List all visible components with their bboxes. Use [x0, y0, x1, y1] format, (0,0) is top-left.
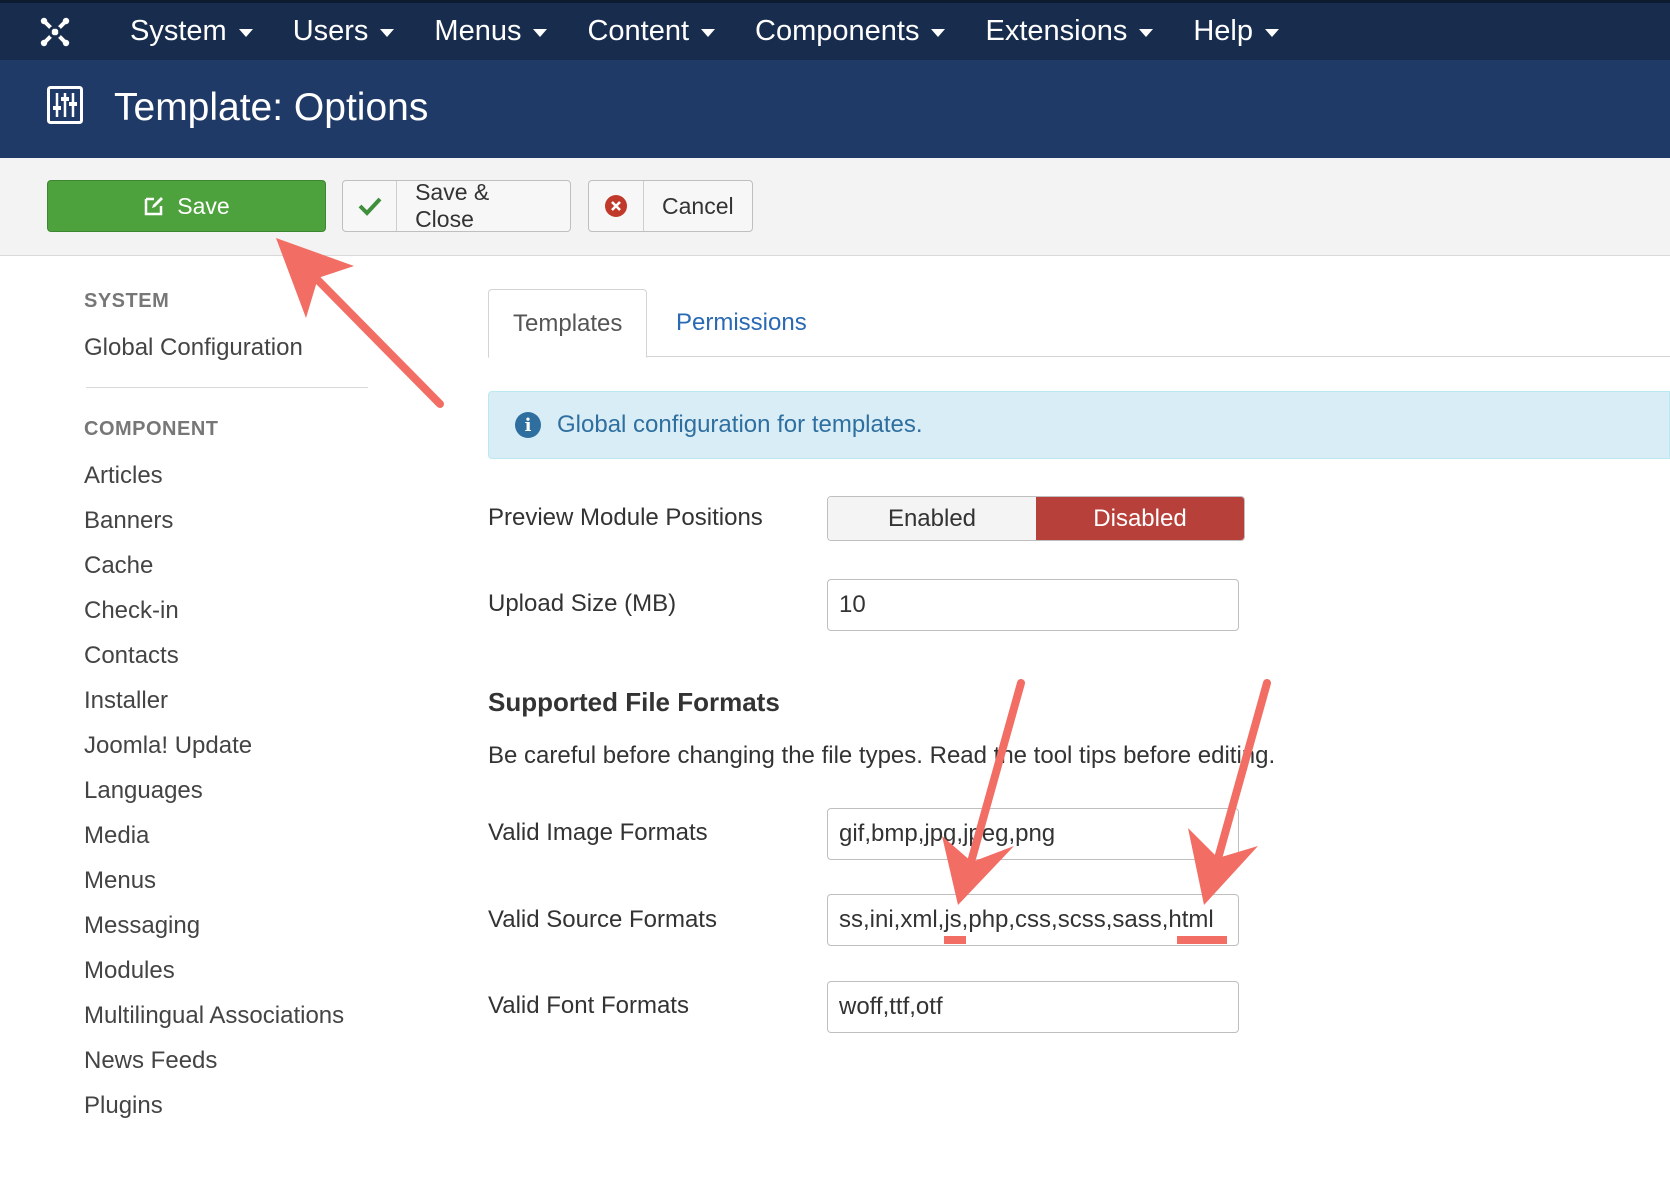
nav-content[interactable]: Content — [567, 2, 735, 62]
toolbar: Save Save & Close Cancel — [0, 158, 1670, 256]
page-title: Template: Options — [114, 86, 429, 129]
save-close-button[interactable]: Save & Close — [342, 179, 571, 232]
preview-module-positions-label: Preview Module Positions — [488, 504, 763, 531]
sidebar-item-messaging[interactable]: Messaging — [84, 912, 374, 957]
sidebar-item-global-configuration[interactable]: Global Configuration — [84, 334, 374, 379]
caret-down-icon — [238, 29, 253, 37]
nav-extensions[interactable]: Extensions — [965, 2, 1173, 62]
tab-templates[interactable]: Templates — [488, 289, 648, 358]
sliders-icon — [47, 86, 83, 124]
arrow-to-html-icon — [1188, 679, 1271, 905]
section-description: Be careful before changing the file type… — [488, 742, 1276, 769]
valid-font-formats-label: Valid Font Formats — [488, 992, 689, 1019]
cancel-circle-icon — [605, 195, 627, 217]
disabled-option[interactable]: Disabled — [1036, 497, 1244, 540]
sidebar-item-modules[interactable]: Modules — [84, 957, 374, 1002]
alert-text: Global configuration for templates. — [557, 411, 923, 438]
sidebar-item-joomla-update[interactable]: Joomla! Update — [84, 732, 374, 777]
sidebar-item-languages[interactable]: Languages — [84, 777, 374, 822]
sidebar-item-installer[interactable]: Installer — [84, 687, 374, 732]
info-icon: i — [515, 412, 541, 438]
sidebar-item-plugins[interactable]: Plugins — [84, 1092, 374, 1137]
upload-size-input[interactable]: 10 — [827, 579, 1239, 631]
caret-down-icon — [1265, 29, 1279, 37]
caret-down-icon — [533, 29, 548, 37]
valid-image-formats-input[interactable]: gif,bmp,jpg,jpeg,png — [827, 808, 1239, 860]
tab-bar: Templates Permissions — [488, 289, 1670, 358]
caret-down-icon — [1139, 29, 1154, 37]
sidebar-item-news-feeds[interactable]: News Feeds — [84, 1047, 374, 1092]
sidebar-item-contacts[interactable]: Contacts — [84, 642, 374, 687]
save-button[interactable]: Save — [47, 180, 326, 232]
valid-image-formats-label: Valid Image Formats — [488, 819, 708, 846]
nav-system[interactable]: System — [110, 2, 273, 62]
top-navbar: System Users Menus Content Components Ex… — [0, 0, 1670, 60]
cancel-button[interactable]: Cancel — [588, 180, 753, 232]
sidebar-item-multilingual-associations[interactable]: Multilingual Associations — [84, 1002, 374, 1047]
caret-down-icon — [931, 29, 946, 37]
sidebar-item-media[interactable]: Media — [84, 822, 374, 867]
valid-font-formats-input[interactable]: woff,ttf,otf — [827, 981, 1239, 1033]
caret-down-icon — [701, 29, 716, 37]
page-header: Template: Options — [0, 60, 1670, 158]
section-title: Supported File Formats — [488, 687, 780, 717]
valid-source-formats-label: Valid Source Formats — [488, 906, 717, 933]
nav-users[interactable]: Users — [273, 2, 415, 62]
info-alert: i Global configuration for templates. — [488, 391, 1670, 459]
preview-module-positions-toggle: Enabled Disabled — [827, 496, 1245, 541]
arrow-to-js-icon — [942, 679, 1025, 905]
nav-menus[interactable]: Menus — [414, 2, 567, 62]
sidebar-item-check-in[interactable]: Check-in — [84, 597, 374, 642]
tab-permissions[interactable]: Permissions — [652, 289, 831, 357]
valid-source-formats-input[interactable]: ss,ini,xml,js,php,css,scss,sass,html — [827, 894, 1239, 946]
upload-size-label: Upload Size (MB) — [488, 590, 677, 617]
sidebar-heading-system: SYSTEM — [84, 290, 170, 312]
checkmark-icon — [358, 197, 381, 216]
sidebar-item-articles[interactable]: Articles — [84, 462, 374, 507]
nav-components[interactable]: Components — [735, 2, 965, 62]
caret-down-icon — [380, 29, 395, 37]
edit-icon — [145, 197, 164, 216]
sidebar-item-menus[interactable]: Menus — [84, 867, 374, 912]
enabled-option[interactable]: Enabled — [828, 497, 1036, 540]
sidebar: SYSTEM Global Configuration COMPONENT Ar… — [84, 290, 374, 1137]
joomla-logo-icon[interactable] — [0, 2, 110, 62]
nav-help[interactable]: Help — [1173, 2, 1299, 62]
sidebar-item-cache[interactable]: Cache — [84, 552, 374, 597]
sidebar-heading-component: COMPONENT — [84, 418, 219, 440]
sidebar-divider — [86, 387, 368, 388]
sidebar-item-banners[interactable]: Banners — [84, 507, 374, 552]
